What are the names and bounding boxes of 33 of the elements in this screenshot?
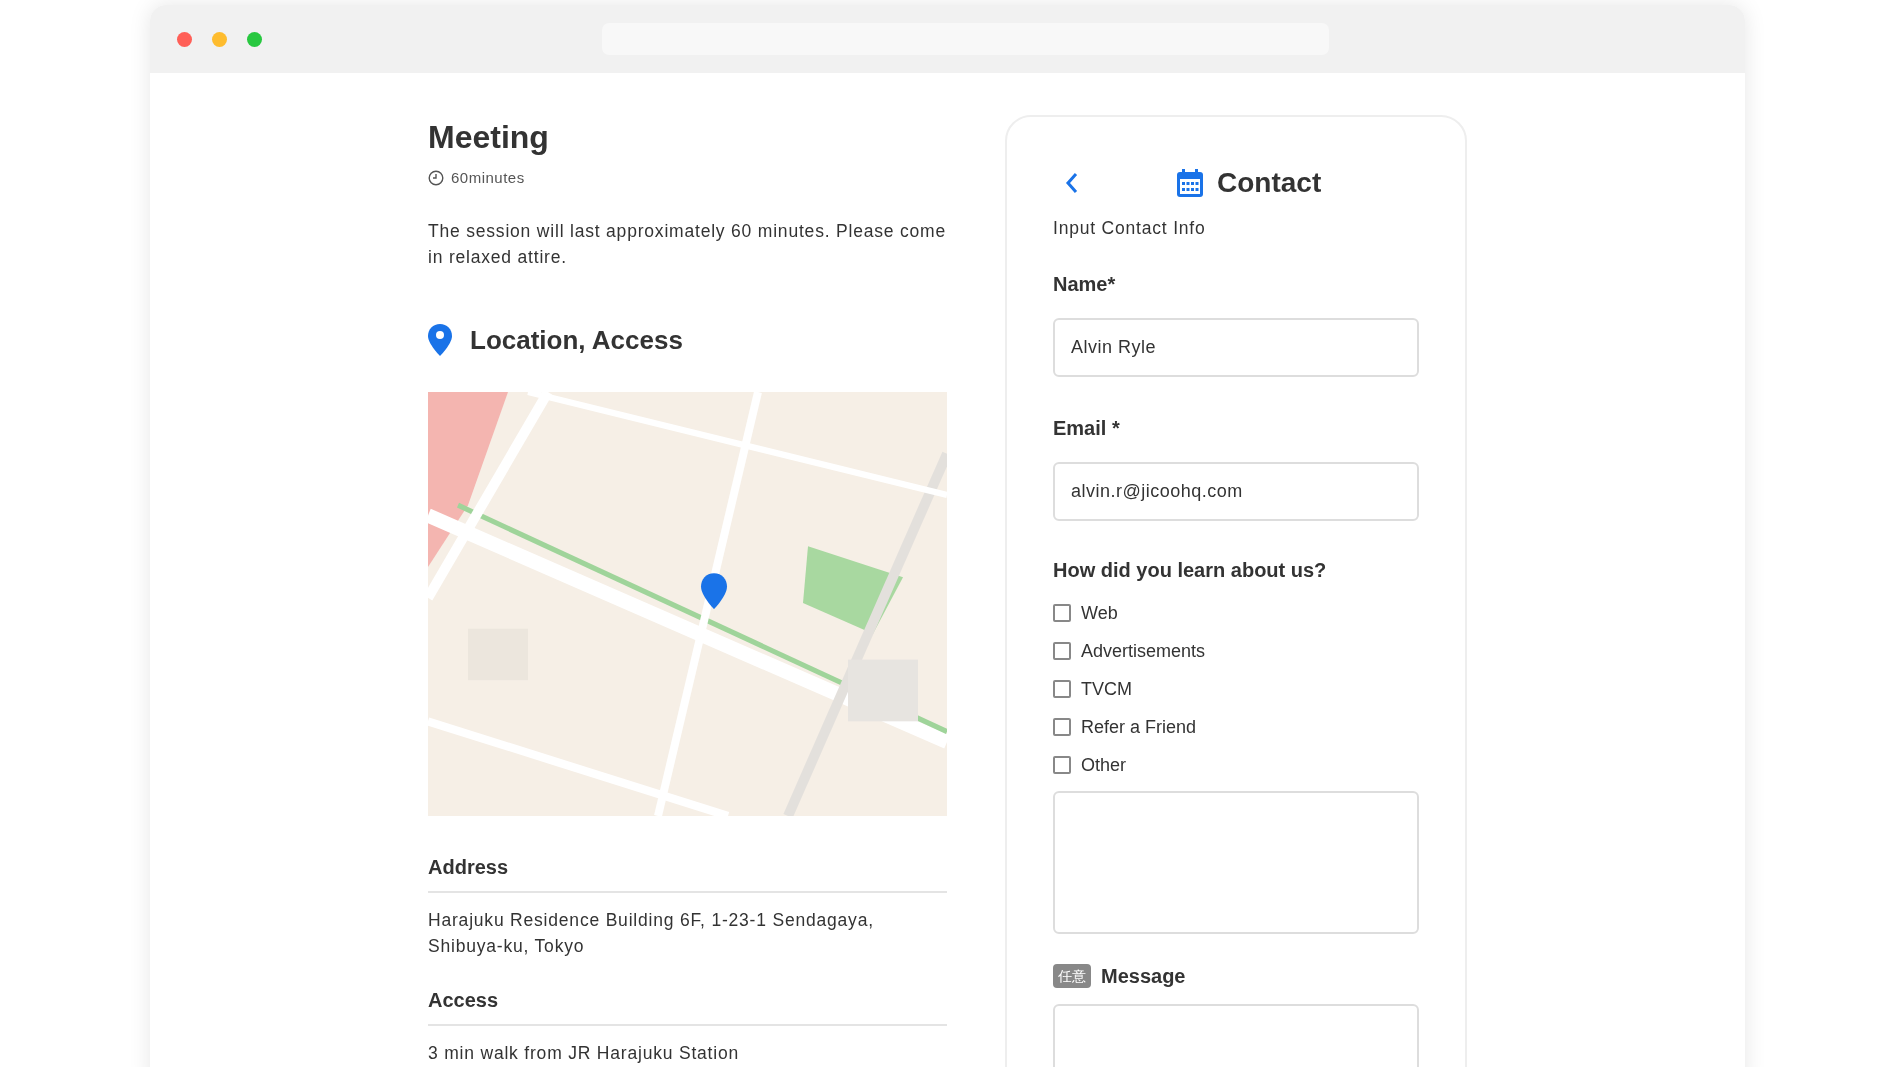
checkbox-label: Refer a Friend bbox=[1081, 715, 1197, 739]
duration-text: 60minutes bbox=[451, 169, 525, 186]
section-heading: Access bbox=[428, 989, 947, 1026]
checkbox[interactable] bbox=[1053, 680, 1071, 699]
checkbox-label: Web bbox=[1081, 601, 1118, 625]
section-text: Harajuku Residence Building 6F, 1-23-1 Sendagaya, Shibuya-ku, Tokyo bbox=[428, 909, 875, 958]
question-label: How did you learn about us? bbox=[1053, 558, 1328, 582]
field-label: Email * bbox=[1053, 417, 1121, 440]
calendar-icon bbox=[1177, 169, 1203, 197]
chevron-left-icon bbox=[1065, 172, 1079, 194]
section-heading: Address bbox=[428, 856, 947, 893]
input-field[interactable]: Alvin Ryle bbox=[1053, 318, 1419, 377]
card-subtitle: Input Contact Info bbox=[1053, 217, 1207, 241]
section-text: 3 min walk from JR Harajuku Station bbox=[428, 1042, 741, 1065]
checkbox[interactable] bbox=[1053, 756, 1071, 775]
event-title: Meeting bbox=[428, 118, 550, 157]
section-heading: Location, Access bbox=[470, 324, 683, 356]
checkbox-label: Advertisements bbox=[1081, 639, 1206, 663]
field-label: Message bbox=[1101, 964, 1186, 988]
checkbox[interactable] bbox=[1053, 718, 1071, 737]
optional-badge: 任意 bbox=[1053, 964, 1091, 989]
clock-icon bbox=[428, 169, 444, 186]
input-field[interactable]: alvin.r@jicoohq.com bbox=[1053, 462, 1419, 521]
checkbox[interactable] bbox=[1053, 642, 1071, 661]
checkbox-label: Other bbox=[1081, 753, 1127, 777]
checkbox[interactable] bbox=[1053, 604, 1071, 623]
location-pin-icon bbox=[428, 324, 452, 356]
maximize-window-button[interactable] bbox=[247, 31, 262, 47]
field-label: Name* bbox=[1053, 273, 1117, 297]
checkbox-label: TVCM bbox=[1081, 677, 1132, 701]
event-description: The session will last approximately 60 minutes. Please come in relaxed attire. bbox=[428, 220, 947, 269]
card-title: Contact bbox=[1217, 167, 1322, 199]
close-window-button[interactable] bbox=[177, 31, 192, 47]
